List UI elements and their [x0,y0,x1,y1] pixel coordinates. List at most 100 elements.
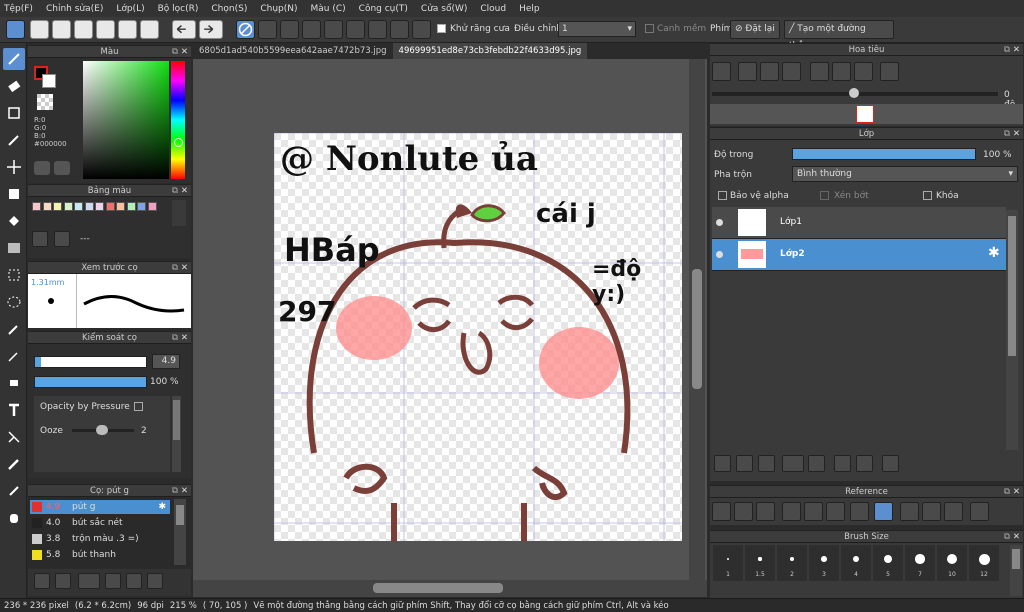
rectangle-tool-icon[interactable] [3,102,25,124]
menu-layer[interactable]: Lớp(L) [116,4,144,14]
layer-row-1[interactable]: Lớp1 [712,207,1006,239]
reset-view-icon[interactable] [922,502,941,521]
layer-row-2[interactable]: Lớp2 ✱ [712,239,1006,271]
brush-item[interactable]: 5.8 bút thanh [30,548,170,562]
menu-help[interactable]: Help [519,4,540,14]
flip-icon[interactable] [880,62,899,81]
detach-icon[interactable]: ⧉ [1004,531,1010,543]
parallel-snap-icon[interactable] [258,20,277,39]
select-pen-icon[interactable] [3,345,25,367]
close-icon[interactable]: ✕ [1013,531,1020,543]
lasso-tool-icon[interactable] [3,291,25,313]
snap-off-icon[interactable] [236,20,255,39]
new-8bit-layer-icon[interactable] [758,455,775,472]
brush-scrollbar[interactable] [174,499,186,565]
document-icon[interactable] [74,20,93,39]
undo-icon[interactable] [172,20,196,39]
menu-filter[interactable]: Bộ lọc(R) [158,4,199,14]
rotate-right-icon[interactable] [854,62,873,81]
layer-scrollbar[interactable] [1006,210,1018,450]
close-icon[interactable]: ✕ [1013,128,1020,140]
protect-alpha-checkbox[interactable] [718,191,727,200]
close-icon[interactable]: ✕ [181,185,188,197]
tab-document-2[interactable]: 49699951ed8e73cb3febdb22f4633d95.jpg [392,43,588,59]
drawing-canvas[interactable]: @ Nonlute ủa cái j HBáp =độ y:) 297 [274,133,682,541]
new-palette-icon[interactable] [32,231,48,247]
gradient-tool-icon[interactable] [3,237,25,259]
export-icon[interactable] [30,20,49,39]
brush-tool-icon[interactable] [3,48,25,70]
pressure-checkbox[interactable] [134,402,143,411]
navigator-preview[interactable] [710,104,1023,124]
brush-size-cell[interactable]: 12 [969,545,999,581]
flip-icon[interactable] [970,502,989,521]
brush-size-cell[interactable]: 10 [937,545,967,581]
grid-snap-icon[interactable] [280,20,299,39]
brush-size-cell[interactable]: 7 [905,545,935,581]
palette-swatch[interactable] [32,202,41,211]
zoom-in-2-icon[interactable] [738,62,757,81]
redo-icon[interactable] [199,20,223,39]
close-reference-icon[interactable] [756,502,775,521]
trash-icon[interactable] [882,455,899,472]
menu-edit[interactable]: Chỉnh sửa(E) [46,4,103,14]
menu-cloud[interactable]: Cloud [480,4,506,14]
folder-icon[interactable] [126,573,142,589]
close-icon[interactable]: ✕ [1013,44,1020,56]
mixer-mode-icon[interactable] [54,161,70,175]
new-halftone-layer-icon[interactable] [736,455,753,472]
folder-icon[interactable] [808,455,825,472]
close-icon[interactable]: ✕ [181,485,188,497]
palette-swatch[interactable] [53,202,62,211]
hand-icon[interactable] [874,502,893,521]
zoom-out-icon[interactable] [826,502,845,521]
move-tool-icon[interactable] [3,156,25,178]
brush-size-cell[interactable]: 1 [713,545,743,581]
brush-size-cell[interactable]: 1.5 [745,545,775,581]
snap-checkbox[interactable] [645,24,654,33]
zoom-in-icon[interactable] [712,62,731,81]
menu-tools[interactable]: Công cụ(T) [359,4,408,14]
zoom-in-icon[interactable] [782,502,801,521]
radial-snap-icon[interactable] [324,20,343,39]
hue-slider[interactable] [171,61,185,179]
fill-rect-tool-icon[interactable] [3,183,25,205]
cloud-save-icon[interactable] [6,20,25,39]
fit-icon[interactable] [804,502,823,521]
detach-icon[interactable]: ⧉ [172,262,178,274]
perspective-snap-icon[interactable] [302,20,321,39]
detach-icon[interactable]: ⧉ [172,332,178,344]
palette-swatch[interactable] [42,202,52,211]
eyedropper-icon[interactable] [850,502,869,521]
duplicate-icon[interactable] [147,573,163,589]
palette-swatch[interactable] [105,202,115,211]
select-eraser-icon[interactable] [3,372,25,394]
brush-item[interactable]: 4.0 bút sắc nét [30,516,170,530]
background-color[interactable] [42,74,56,88]
straight-line-button[interactable]: ╱ Tạo một đường thẳng [784,20,894,51]
open-folder-icon[interactable] [734,502,753,521]
brush-item[interactable]: 3.8 trộn màu .3 =) [30,532,170,546]
snap-settings-icon[interactable] [390,20,409,39]
brush-size-cell[interactable]: 5 [873,545,903,581]
copy-icon[interactable] [140,20,159,39]
trash-icon[interactable] [54,231,70,247]
save-icon[interactable] [118,20,137,39]
layer-menu-icon[interactable] [782,455,804,472]
palette-swatch[interactable] [126,202,136,211]
horizontal-scrollbar[interactable] [193,580,707,597]
opacity-slider[interactable] [34,376,147,388]
reset-view-icon[interactable] [832,62,851,81]
hand-tool-icon[interactable] [3,507,25,529]
rotate-right-icon[interactable] [944,502,963,521]
close-icon[interactable]: ✕ [181,332,188,344]
palette-swatch[interactable] [74,202,83,211]
palette-swatch[interactable] [63,202,73,211]
cloud-icon[interactable] [712,502,731,521]
text-tool-icon[interactable] [3,399,25,421]
detach-icon[interactable]: ⧉ [1004,44,1010,56]
tab-document-1[interactable]: 6805d1ad540b5599eea642aae7472b73.jpg [193,43,393,59]
antialias-checkbox[interactable] [437,24,446,33]
size-scrollbar[interactable] [1010,545,1022,596]
select-rect-tool-icon[interactable] [3,264,25,286]
